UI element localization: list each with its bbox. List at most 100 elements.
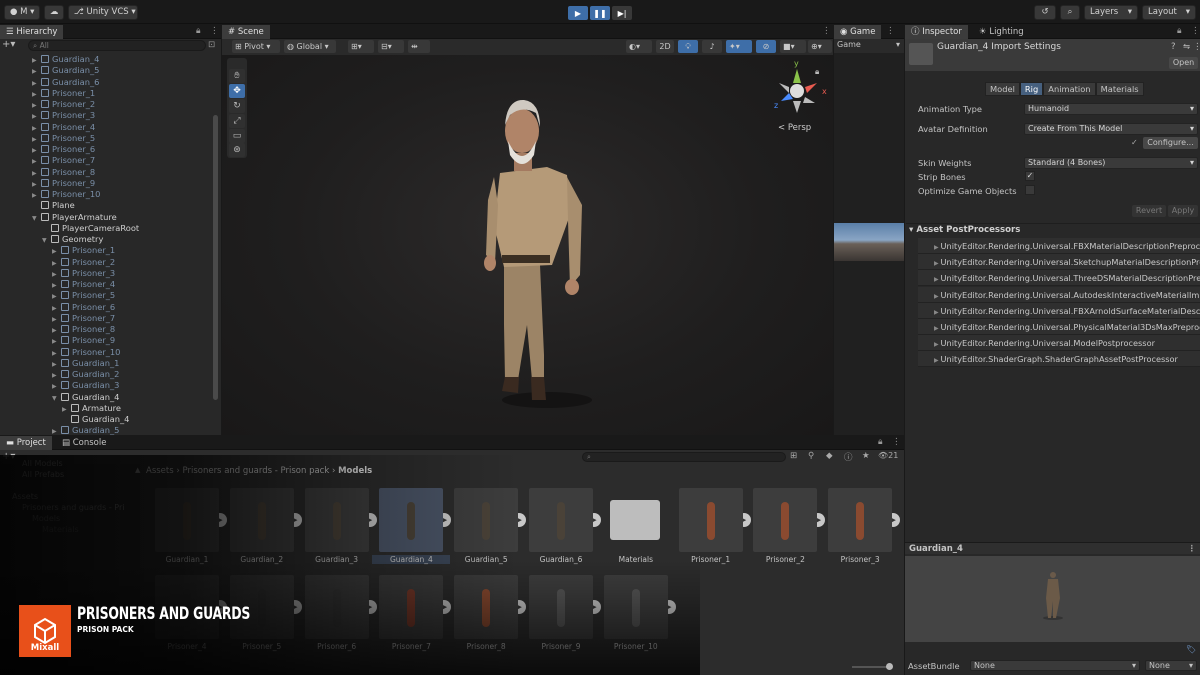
- tab-materials[interactable]: Materials: [1095, 82, 1144, 96]
- postprocessor-item[interactable]: ▶ UnityEditor.Rendering.Universal.Autode…: [918, 286, 1200, 303]
- hierarchy-item[interactable]: ▶ Prisoner_5: [52, 290, 115, 301]
- hierarchy-item[interactable]: ▶ Prisoner_10: [52, 347, 120, 358]
- hierarchy-item[interactable]: ▼ Guardian_4: [52, 392, 119, 403]
- hierarchy-item[interactable]: ▶ Guardian_5: [32, 65, 99, 76]
- scene-viewport[interactable]: y x z 🔒︎ < Persp: [222, 55, 833, 435]
- hierarchy-item[interactable]: ▶ Prisoner_2: [52, 257, 115, 268]
- hierarchy-item[interactable]: ▶ Guardian_1: [52, 358, 119, 369]
- rotate-tool[interactable]: ↻: [229, 99, 245, 113]
- breadcrumb-models[interactable]: Models: [338, 466, 372, 476]
- hierarchy-item[interactable]: ▶ Prisoner_8: [32, 167, 95, 178]
- search-button[interactable]: ⌕: [1060, 5, 1080, 20]
- postprocessor-item[interactable]: ▶ UnityEditor.ShaderGraph.ShaderGraphAss…: [918, 351, 1200, 368]
- kebab-menu-icon[interactable]: ⋮: [210, 26, 219, 36]
- search-by-type-icon[interactable]: ⊞: [790, 451, 797, 461]
- hierarchy-item[interactable]: ▶ Prisoner_3: [32, 110, 95, 121]
- hierarchy-item[interactable]: ▶ Prisoner_8: [52, 324, 115, 335]
- model-asset[interactable]: [304, 575, 369, 639]
- kebab-menu-icon[interactable]: ⋮: [1191, 26, 1200, 36]
- hierarchy-item[interactable]: ▶ Prisoner_7: [32, 155, 95, 166]
- scroll-up-icon[interactable]: ▲: [135, 466, 140, 474]
- model-asset[interactable]: [678, 488, 743, 552]
- hierarchy-item[interactable]: ▶ Prisoner_7: [52, 313, 115, 324]
- hierarchy-item[interactable]: ▶ Prisoner_5: [32, 133, 95, 144]
- open-button[interactable]: Open: [1169, 57, 1198, 69]
- hierarchy-item[interactable]: Plane: [32, 200, 75, 211]
- play-button[interactable]: ▶: [568, 6, 588, 20]
- hierarchy-search-input[interactable]: ⌕ All: [28, 40, 206, 51]
- hierarchy-item[interactable]: ▶ Guardian_6: [32, 77, 99, 88]
- visibility-toggle[interactable]: ⊘: [756, 40, 776, 53]
- model-asset[interactable]: [753, 488, 818, 552]
- cloud-button[interactable]: ☁: [44, 5, 64, 20]
- kebab-menu-icon[interactable]: ⋮: [892, 437, 901, 447]
- model-asset[interactable]: [529, 488, 593, 552]
- model-asset[interactable]: [229, 488, 294, 552]
- chevron-right-icon[interactable]: ▶: [52, 426, 61, 435]
- model-asset[interactable]: [454, 575, 519, 639]
- hand-tool[interactable]: ✋︎: [229, 69, 245, 83]
- hierarchy-item[interactable]: ▶ Guardian_4: [32, 54, 99, 65]
- help-icon[interactable]: ?: [1171, 42, 1176, 52]
- lock-icon[interactable]: 🔒︎: [196, 26, 201, 36]
- chevron-down-icon[interactable]: ▼: [52, 393, 61, 404]
- tab-hierarchy[interactable]: ☰ Hierarchy: [0, 25, 64, 39]
- apply-button[interactable]: Apply: [1168, 205, 1198, 217]
- assetbundle-variant-dropdown[interactable]: None ▾: [1145, 660, 1197, 671]
- model-asset[interactable]: [603, 575, 668, 639]
- breadcrumb-assets[interactable]: Assets: [146, 466, 174, 476]
- model-asset[interactable]: [379, 575, 444, 639]
- postprocessor-item[interactable]: ▶ UnityEditor.Rendering.Universal.Physic…: [918, 319, 1200, 335]
- hierarchy-item[interactable]: ▶ Armature: [62, 403, 121, 414]
- tab-lighting[interactable]: ☀ Lighting: [973, 25, 1030, 39]
- effects-toggle[interactable]: ✦▾: [726, 40, 752, 53]
- hierarchy-item[interactable]: ▶ Prisoner_4: [52, 279, 115, 290]
- audio-toggle[interactable]: ♪: [702, 40, 722, 53]
- postprocessors-header[interactable]: ▾ Asset PostProcessors: [909, 225, 1020, 235]
- revert-button[interactable]: Revert: [1132, 205, 1166, 217]
- hierarchy-item[interactable]: ▶ Guardian_2: [52, 369, 119, 380]
- tab-animation[interactable]: Animation: [1043, 82, 1096, 96]
- zoom-slider-handle[interactable]: [886, 663, 893, 670]
- add-object-button[interactable]: +▾: [2, 40, 18, 51]
- postprocessor-item[interactable]: ▶ UnityEditor.Rendering.Universal.Sketch…: [918, 254, 1200, 271]
- kebab-menu-icon[interactable]: ⋮: [886, 26, 895, 36]
- hierarchy-item[interactable]: ▶ Prisoner_6: [52, 302, 115, 313]
- preview-header[interactable]: Guardian_4 ⋮: [905, 542, 1200, 554]
- move-tool[interactable]: ✥: [229, 84, 245, 98]
- hierarchy-item[interactable]: ▶ Prisoner_3: [52, 268, 115, 279]
- global-dropdown[interactable]: ◍ Global ▾: [284, 40, 336, 53]
- tab-rig[interactable]: Rig: [1019, 82, 1044, 96]
- hierarchy-item[interactable]: ▼ Geometry: [42, 234, 103, 245]
- postprocessor-item[interactable]: ▶ UnityEditor.Rendering.Universal.FBXArn…: [918, 302, 1200, 319]
- search-by-label-icon[interactable]: ⚲: [808, 451, 814, 461]
- camera-settings-button[interactable]: ■▾: [780, 40, 806, 53]
- preset-icon[interactable]: ⇋: [1183, 42, 1190, 52]
- favorite-star-icon[interactable]: ★: [862, 451, 870, 461]
- kebab-menu-icon[interactable]: ⋮: [822, 26, 831, 36]
- align-button[interactable]: ⇹: [408, 40, 430, 53]
- model-asset[interactable]: [454, 488, 519, 552]
- rect-tool[interactable]: ▭: [229, 129, 245, 143]
- kebab-menu-icon[interactable]: ⋮: [1188, 543, 1197, 555]
- hierarchy-item[interactable]: ▶ Guardian_3: [52, 380, 119, 391]
- model-asset[interactable]: [828, 488, 893, 552]
- configure-button[interactable]: Configure...: [1143, 137, 1198, 149]
- preview-viewport[interactable]: [905, 556, 1200, 642]
- gizmo-lock-icon[interactable]: 🔒︎: [815, 67, 819, 77]
- tree-materials[interactable]: Materials: [42, 525, 79, 534]
- gizmos-button[interactable]: ⊕▾: [808, 40, 832, 53]
- tab-game[interactable]: ◉ Game: [834, 25, 882, 39]
- hierarchy-item[interactable]: ▼ PlayerArmature: [32, 212, 117, 223]
- fav-all-models[interactable]: All Models: [22, 459, 63, 468]
- skin-weights-dropdown[interactable]: Standard (4 Bones) ▾: [1024, 157, 1198, 169]
- vcs-button[interactable]: ⎇ Unity VCS ▾: [68, 5, 138, 20]
- hierarchy-item[interactable]: ▶ Prisoner_9: [52, 335, 115, 346]
- account-button[interactable]: ● M ▾: [4, 5, 40, 20]
- tab-scene[interactable]: # Scene: [222, 25, 270, 39]
- model-asset[interactable]: [304, 488, 369, 552]
- breadcrumb-pack[interactable]: Prisoners and guards - Prison pack: [182, 466, 329, 476]
- optimize-checkbox[interactable]: [1025, 185, 1035, 195]
- lighting-toggle[interactable]: 💡︎: [678, 40, 698, 53]
- grid-snap-button[interactable]: ⊞▾: [348, 40, 374, 53]
